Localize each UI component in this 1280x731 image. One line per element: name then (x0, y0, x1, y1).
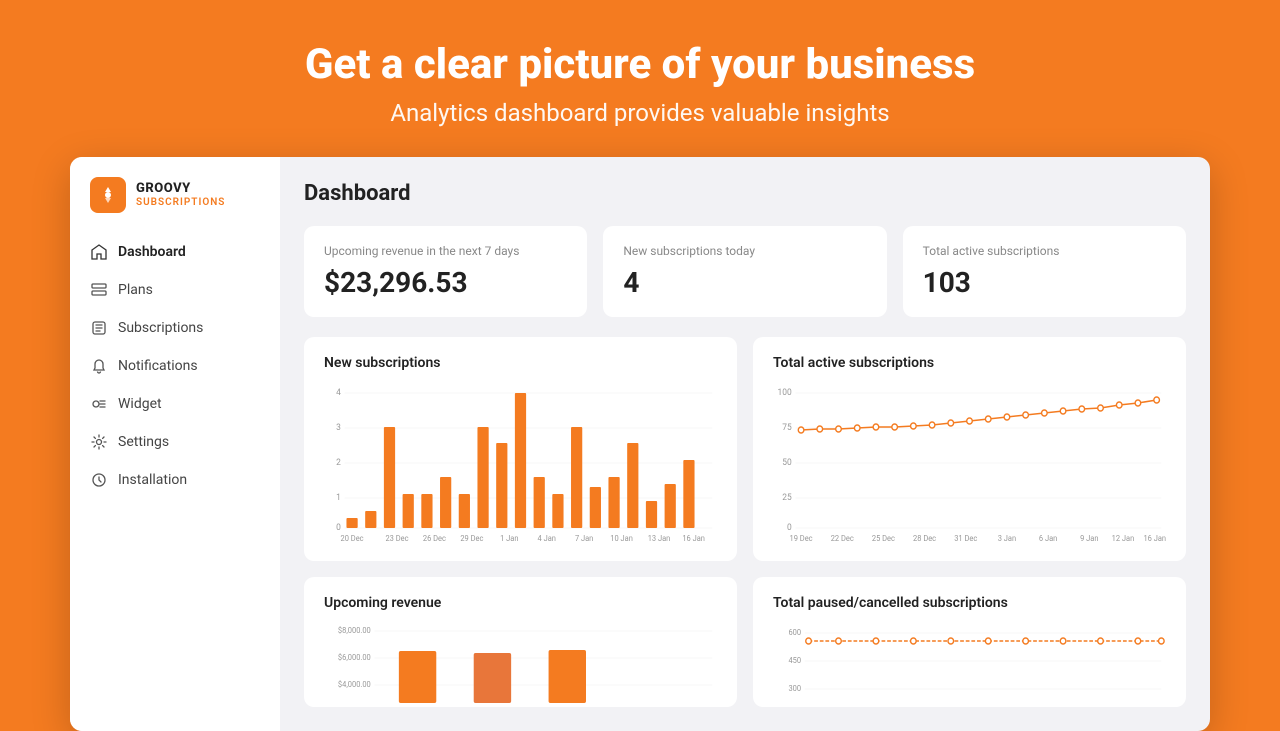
upcoming-revenue-title: Upcoming revenue (324, 595, 717, 611)
stat-active-subs-label: Total active subscriptions (923, 244, 1166, 258)
sidebar-item-installation[interactable]: Installation (70, 461, 280, 499)
hero-heading: Get a clear picture of your business (305, 40, 975, 89)
svg-text:4 Jan: 4 Jan (538, 534, 556, 543)
svg-text:20 Dec: 20 Dec (341, 534, 364, 543)
installation-label: Installation (118, 472, 187, 488)
stat-new-subs-label: New subscriptions today (623, 244, 866, 258)
stat-new-subs-value: 4 (623, 266, 866, 299)
total-active-title: Total active subscriptions (773, 355, 1166, 371)
svg-text:7 Jan: 7 Jan (575, 534, 593, 543)
widget-label: Widget (118, 396, 162, 412)
svg-text:3 Jan: 3 Jan (998, 534, 1016, 543)
paused-cancelled-title: Total paused/cancelled subscriptions (773, 595, 1166, 611)
svg-text:29 Dec: 29 Dec (460, 534, 483, 543)
svg-text:25: 25 (782, 493, 792, 503)
paused-cancelled-svg: 600 450 300 (773, 623, 1166, 703)
stat-card-revenue: Upcoming revenue in the next 7 days $23,… (304, 226, 587, 317)
logo-area: GROOVY SUBSCRIPTIONS (70, 177, 280, 233)
logo-text: GROOVY SUBSCRIPTIONS (136, 182, 225, 207)
home-icon (90, 243, 108, 261)
svg-text:31 Dec: 31 Dec (954, 534, 977, 543)
svg-text:$4,000.00: $4,000.00 (338, 680, 371, 689)
bar-chart-container: 4 3 2 1 0 (324, 383, 717, 543)
svg-text:19 Dec: 19 Dec (790, 534, 813, 543)
sidebar-item-notifications[interactable]: Notifications (70, 347, 280, 385)
charts-row-2: Upcoming revenue $8,000.00 $6,000.00 $4,… (304, 577, 1186, 707)
sidebar-item-plans[interactable]: Plans (70, 271, 280, 309)
svg-text:1 Jan: 1 Jan (500, 534, 518, 543)
svg-text:50: 50 (782, 458, 792, 468)
plans-label: Plans (118, 282, 153, 298)
svg-text:300: 300 (788, 684, 801, 693)
main-content: Dashboard Upcoming revenue in the next 7… (280, 157, 1210, 731)
svg-text:26 Dec: 26 Dec (423, 534, 446, 543)
stat-cards: Upcoming revenue in the next 7 days $23,… (304, 226, 1186, 317)
sidebar-nav: Dashboard Plans Subscrip (70, 233, 280, 499)
svg-text:12 Jan: 12 Jan (1112, 534, 1135, 543)
svg-text:450: 450 (788, 656, 801, 665)
sidebar: GROOVY SUBSCRIPTIONS Dashboard (70, 157, 280, 731)
line-chart-svg: 100 75 50 25 0 (773, 383, 1166, 543)
stat-revenue-label: Upcoming revenue in the next 7 days (324, 244, 567, 258)
svg-text:10 Jan: 10 Jan (610, 534, 633, 543)
svg-text:$8,000.00: $8,000.00 (338, 626, 371, 635)
svg-text:3: 3 (336, 423, 341, 433)
paused-cancelled-chart: Total paused/cancelled subscriptions 600… (753, 577, 1186, 707)
stat-revenue-value: $23,296.53 (324, 266, 567, 299)
svg-text:9 Jan: 9 Jan (1080, 534, 1098, 543)
svg-text:0: 0 (787, 523, 792, 533)
sidebar-item-dashboard[interactable]: Dashboard (70, 233, 280, 271)
subscriptions-label: Subscriptions (118, 320, 203, 336)
installation-icon (90, 471, 108, 489)
hero-section: Get a clear picture of your business Ana… (285, 0, 995, 157)
svg-text:1: 1 (336, 493, 341, 503)
stat-card-new-subs: New subscriptions today 4 (603, 226, 886, 317)
svg-text:75: 75 (782, 423, 792, 433)
notifications-icon (90, 357, 108, 375)
sidebar-item-widget[interactable]: Widget (70, 385, 280, 423)
settings-label: Settings (118, 434, 169, 450)
svg-text:100: 100 (778, 388, 792, 398)
svg-text:28 Dec: 28 Dec (913, 534, 936, 543)
hero-subheading: Analytics dashboard provides valuable in… (305, 99, 975, 127)
svg-text:0: 0 (336, 523, 341, 533)
notifications-label: Notifications (118, 358, 198, 374)
svg-text:25 Dec: 25 Dec (872, 534, 895, 543)
settings-icon (90, 433, 108, 451)
svg-text:13 Jan: 13 Jan (648, 534, 671, 543)
svg-text:23 Dec: 23 Dec (385, 534, 408, 543)
svg-text:16 Jan: 16 Jan (682, 534, 705, 543)
upcoming-revenue-svg: $8,000.00 $6,000.00 $4,000.00 (324, 623, 717, 703)
stat-active-subs-value: 103 (923, 266, 1166, 299)
svg-text:6 Jan: 6 Jan (1039, 534, 1057, 543)
logo-sub: SUBSCRIPTIONS (136, 197, 225, 208)
plans-icon (90, 281, 108, 299)
svg-text:$6,000.00: $6,000.00 (338, 653, 371, 662)
sidebar-item-subscriptions[interactable]: Subscriptions (70, 309, 280, 347)
charts-row-1: New subscriptions 4 3 2 1 0 (304, 337, 1186, 561)
subscriptions-icon (90, 319, 108, 337)
stat-card-active-subs: Total active subscriptions 103 (903, 226, 1186, 317)
dashboard-label: Dashboard (118, 244, 186, 260)
svg-text:2: 2 (336, 458, 341, 468)
logo-icon (90, 177, 126, 213)
widget-icon (90, 395, 108, 413)
logo-brand: GROOVY (136, 182, 225, 196)
line-chart-container: 100 75 50 25 0 (773, 383, 1166, 543)
svg-text:600: 600 (788, 628, 801, 637)
bar-chart-svg: 4 3 2 1 0 (324, 383, 717, 543)
new-subscriptions-chart: New subscriptions 4 3 2 1 0 (304, 337, 737, 561)
total-active-chart: Total active subscriptions 100 75 50 25 … (753, 337, 1186, 561)
sidebar-item-settings[interactable]: Settings (70, 423, 280, 461)
svg-text:4: 4 (336, 388, 341, 398)
svg-text:22 Dec: 22 Dec (831, 534, 854, 543)
app-window: GROOVY SUBSCRIPTIONS Dashboard (70, 157, 1210, 731)
svg-text:16 Jan: 16 Jan (1143, 534, 1166, 543)
page-title: Dashboard (304, 181, 1186, 206)
new-subscriptions-title: New subscriptions (324, 355, 717, 371)
upcoming-revenue-chart: Upcoming revenue $8,000.00 $6,000.00 $4,… (304, 577, 737, 707)
